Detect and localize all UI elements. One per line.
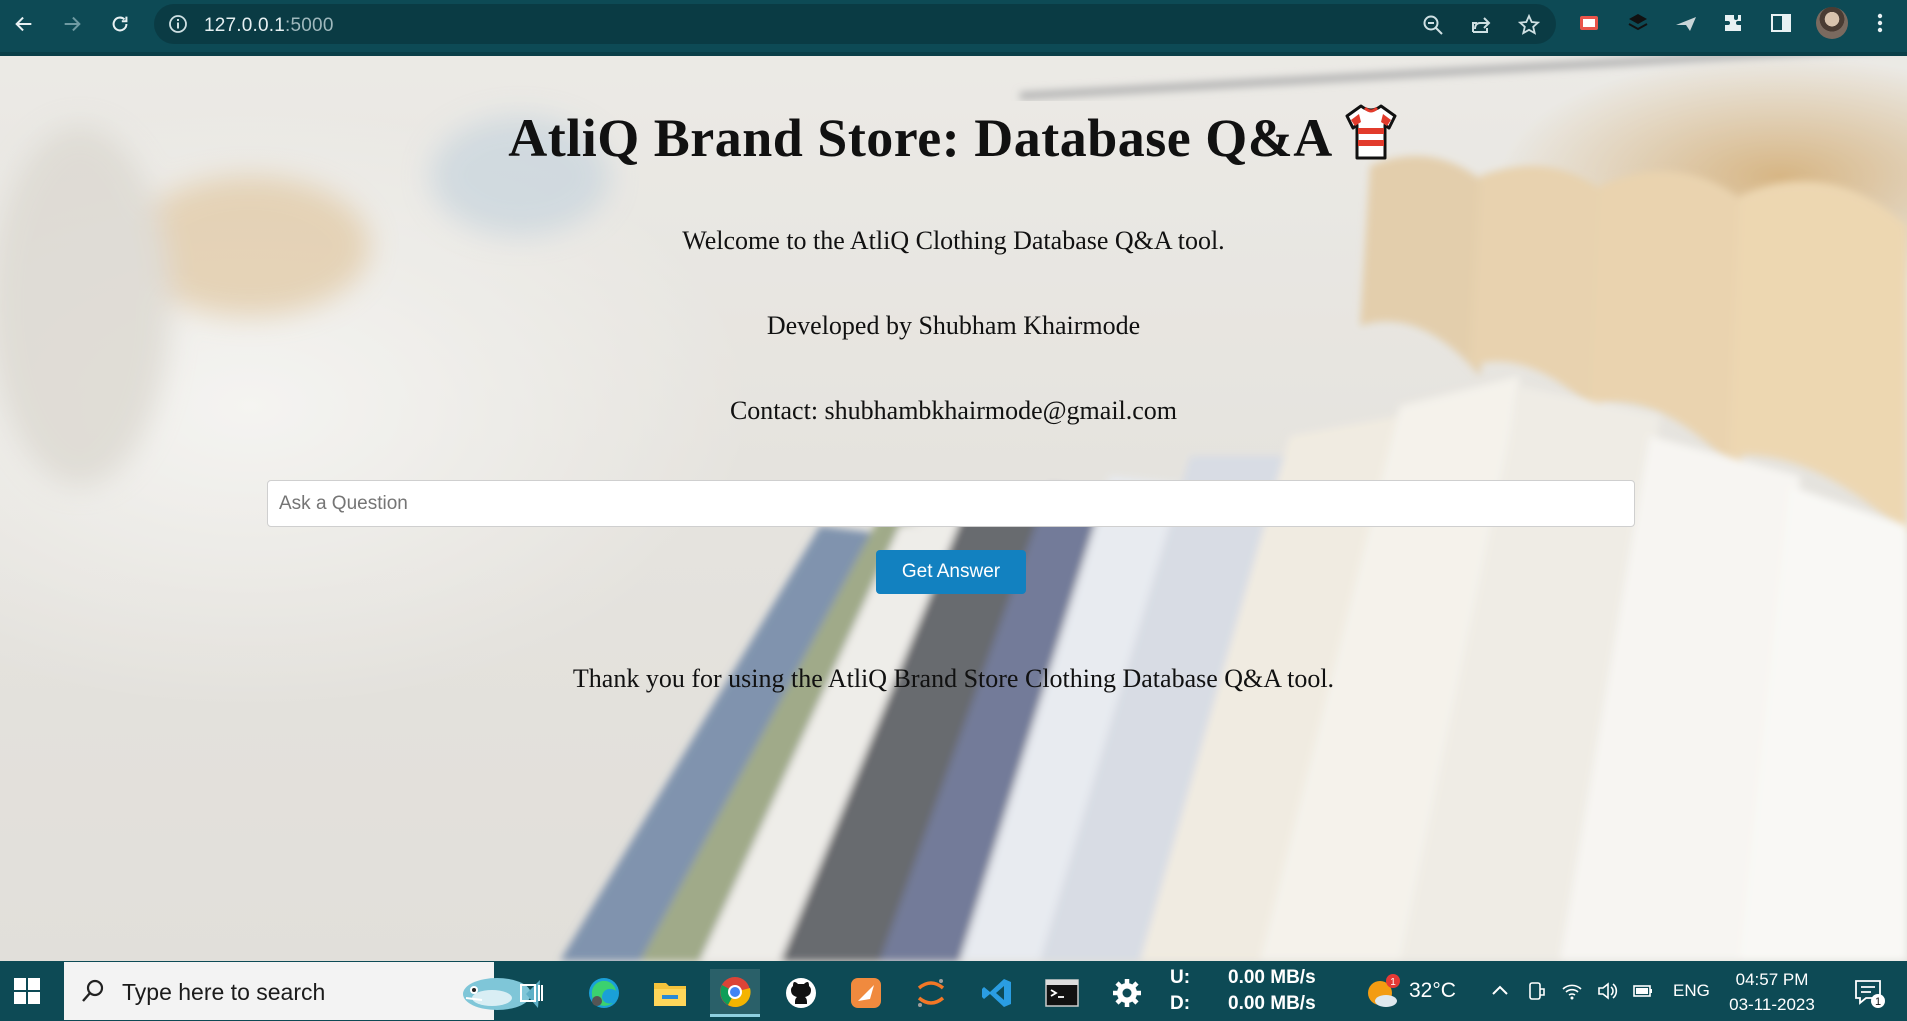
vscode-taskbar-app[interactable] — [972, 969, 1022, 1017]
forward-button[interactable] — [58, 10, 86, 38]
chrome-icon — [720, 976, 751, 1007]
url-port: :5000 — [285, 15, 334, 36]
upload-speed: 0.00 MB/s — [1228, 967, 1316, 988]
edge-icon — [589, 978, 619, 1008]
taskbar-search[interactable]: Type here to search — [64, 962, 540, 1020]
notification-count: 1 — [1875, 996, 1881, 1008]
jupyter-icon — [917, 979, 945, 1007]
jupyter-taskbar-app[interactable] — [906, 969, 956, 1017]
plane-extension-icon[interactable] — [1674, 11, 1698, 35]
developer-text: Developed by Shubham Khairmode — [766, 311, 1141, 340]
wifi-icon[interactable] — [1561, 980, 1583, 1002]
input-language[interactable]: ENG — [1673, 981, 1710, 1001]
settings-icon — [1113, 979, 1141, 1007]
zoom-icon[interactable] — [1422, 14, 1444, 36]
address-bar[interactable]: 127.0.0.1:5000 — [154, 4, 1556, 44]
upload-label: U: — [1170, 967, 1191, 988]
thank-you-text: Thank you for using the AtliQ Brand Stor… — [572, 664, 1335, 693]
bookmark-star-icon[interactable] — [1518, 14, 1540, 36]
notification-center-icon[interactable]: 1 — [1852, 975, 1886, 1009]
system-clock[interactable]: 04:57 PM 03-11-2023 — [1722, 967, 1822, 1017]
weather-alert-badge: 1 — [1390, 977, 1396, 988]
browser-toolbar: 127.0.0.1:5000 — [0, 0, 1907, 56]
download-speed: 0.00 MB/s — [1228, 993, 1316, 1014]
windows-logo-icon — [14, 978, 40, 1004]
side-panel-icon[interactable] — [1769, 11, 1793, 35]
welcome-text: Welcome to the AtliQ Clothing Database Q… — [682, 226, 1225, 255]
file-explorer-icon — [654, 983, 686, 1006]
question-input[interactable] — [267, 480, 1635, 527]
temperature-text[interactable]: 32°C — [1409, 979, 1456, 1003]
terminal-taskbar-app[interactable] — [1037, 969, 1087, 1017]
page-title-text: AtliQ Brand Store: Database Q&A — [508, 108, 1333, 168]
terminal-icon — [1045, 979, 1079, 1007]
start-button[interactable] — [0, 961, 54, 1021]
arrow-left-icon — [15, 16, 32, 32]
network-speed-widget: U: 0.00 MB/s D: 0.00 MB/s — [1170, 967, 1330, 1017]
search-placeholder: Type here to search — [122, 979, 326, 1005]
cast-extension-icon[interactable] — [1577, 11, 1601, 35]
volume-icon[interactable] — [1596, 980, 1618, 1002]
profile-avatar[interactable] — [1816, 7, 1848, 39]
task-view-icon — [520, 984, 543, 1002]
download-label: D: — [1170, 993, 1191, 1014]
clock-date: 03-11-2023 — [1729, 995, 1815, 1014]
vscode-icon — [982, 979, 1011, 1007]
chevron-up-icon[interactable] — [1489, 980, 1511, 1002]
search-icon — [82, 979, 104, 1002]
battery-icon[interactable] — [1632, 980, 1654, 1002]
chrome-taskbar-app[interactable] — [710, 969, 760, 1017]
info-icon[interactable] — [168, 14, 188, 34]
page-viewport: AtliQ Brand Store: Database Q&A Welcome … — [0, 56, 1907, 961]
app-icon — [851, 978, 881, 1008]
url-host: 127.0.0.1 — [204, 15, 286, 36]
windows-taskbar: Type here to search U: 0.00 MB/s D: 0.00… — [0, 961, 1907, 1021]
t-shirt-icon — [1345, 104, 1397, 160]
github-taskbar-app[interactable] — [776, 969, 826, 1017]
main-content: AtliQ Brand Store: Database Q&A Welcome … — [0, 56, 1907, 961]
menu-kebab-icon[interactable] — [1868, 11, 1892, 35]
clock-time: 04:57 PM — [1735, 970, 1809, 989]
page-title: AtliQ Brand Store: Database Q&A — [0, 102, 1907, 169]
file-explorer-taskbar-app[interactable] — [645, 969, 695, 1017]
contact-text: Contact: shubhambkhairmode@gmail.com — [729, 396, 1178, 425]
weather-icon[interactable]: 1 — [1362, 973, 1402, 1011]
layers-extension-icon[interactable] — [1626, 11, 1650, 35]
meet-now-icon[interactable] — [1526, 980, 1548, 1002]
github-icon — [786, 978, 816, 1008]
settings-taskbar-app[interactable] — [1102, 969, 1152, 1017]
orange-taskbar-app[interactable] — [841, 969, 891, 1017]
reload-button[interactable] — [106, 10, 134, 38]
url-text[interactable]: 127.0.0.1:5000 — [204, 15, 334, 37]
share-icon[interactable] — [1470, 14, 1492, 36]
extensions-puzzle-icon[interactable] — [1721, 11, 1745, 35]
task-view-button[interactable] — [506, 969, 556, 1017]
back-button[interactable] — [10, 10, 38, 38]
get-answer-button[interactable]: Get Answer — [876, 550, 1026, 594]
edge-taskbar-app[interactable] — [579, 969, 629, 1017]
reload-icon — [112, 16, 128, 32]
arrow-right-icon — [64, 16, 81, 32]
